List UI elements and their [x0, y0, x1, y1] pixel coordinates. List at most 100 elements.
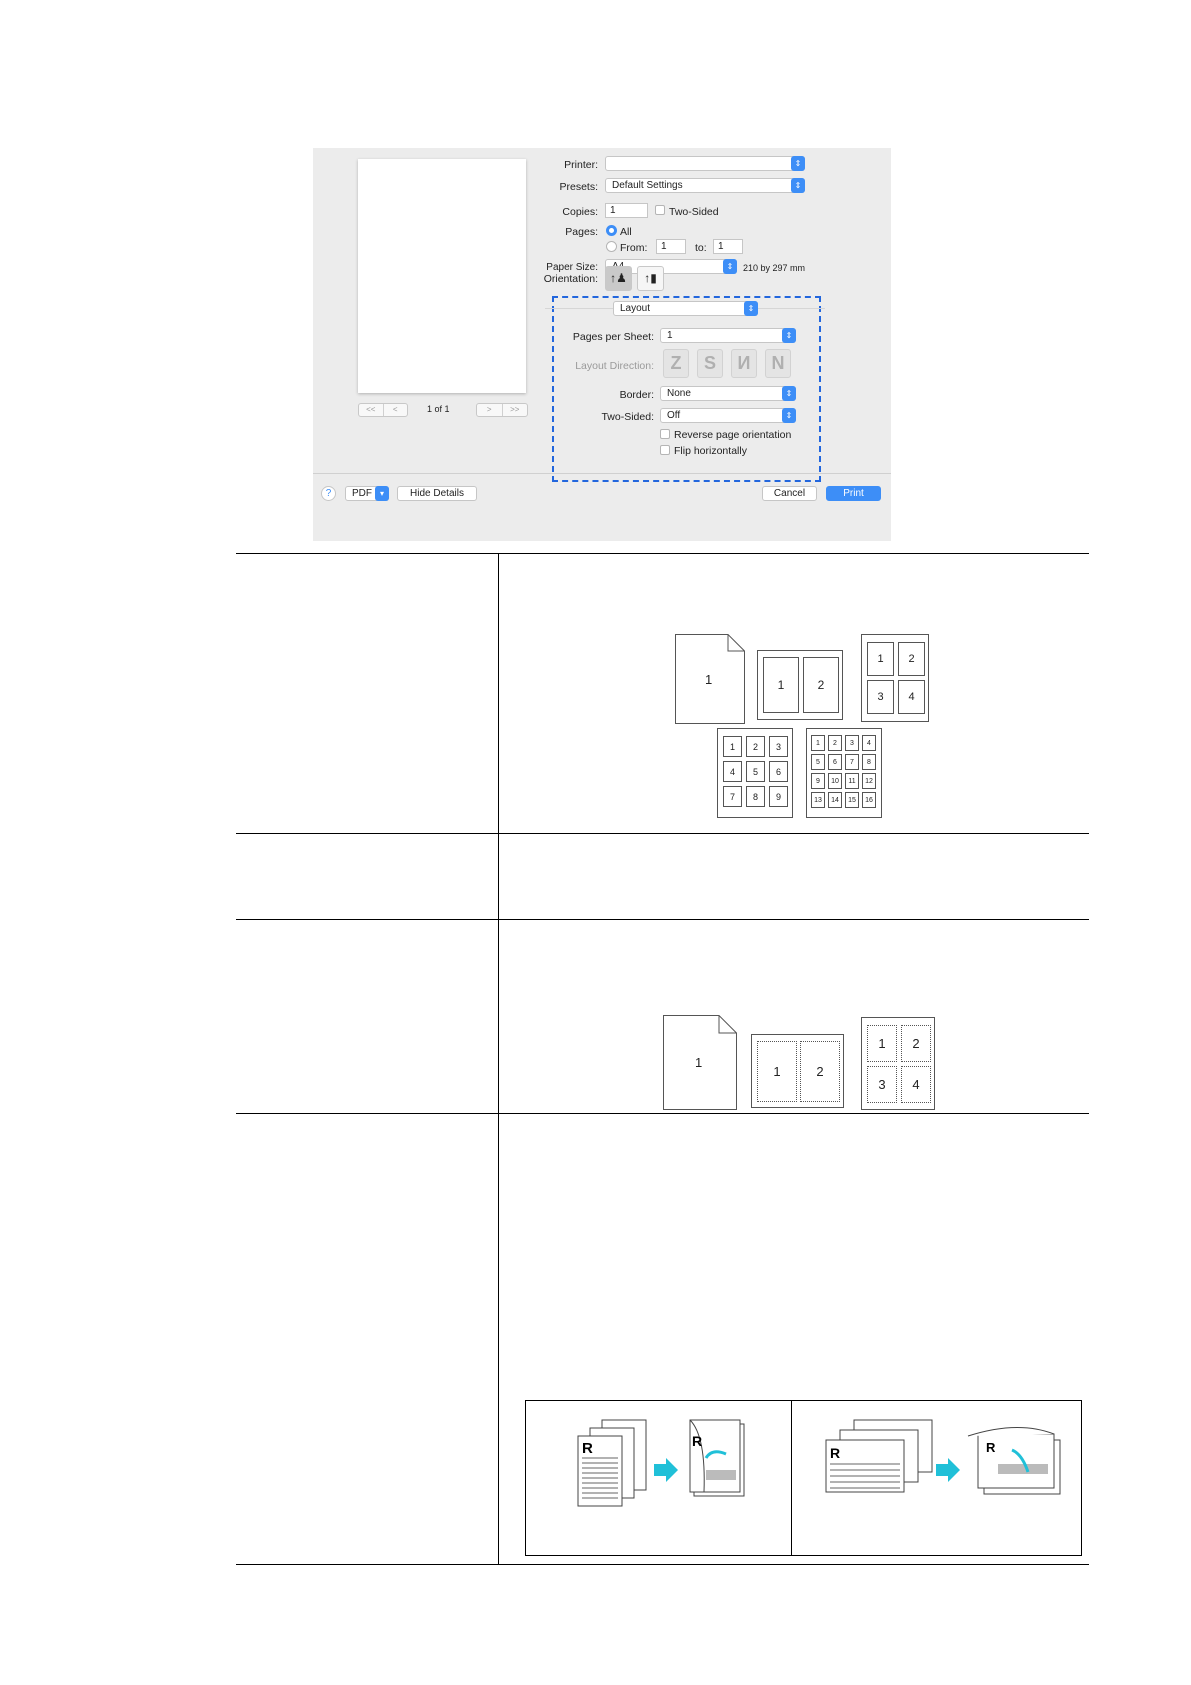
diagram-divider — [791, 1401, 792, 1555]
pages-to-input[interactable]: 1 — [713, 239, 743, 254]
printer-label: Printer: — [564, 159, 598, 171]
page-number: 2 — [828, 735, 842, 751]
layout-direction-reverse-n-icon[interactable]: И — [731, 349, 757, 378]
page-number: 2 — [800, 1041, 840, 1102]
chevron-down-icon: ▾ — [375, 486, 389, 501]
preview-next-last-buttons[interactable]: > >> — [476, 403, 528, 417]
reverse-orientation-checkbox[interactable] — [660, 429, 670, 439]
pages-from-input[interactable]: 1 — [656, 239, 686, 254]
two-sided-layout-value: Off — [667, 410, 681, 421]
long-edge-binding-diagram: R R — [577, 1419, 745, 1507]
page-number: 6 — [769, 761, 788, 782]
updown-arrow-icon: ⇕ — [791, 156, 805, 171]
page-number: 1 — [811, 735, 825, 751]
section-popup-value: Layout — [620, 303, 651, 314]
flip-horizontally-label: Flip horizontally — [674, 445, 747, 457]
cancel-button[interactable]: Cancel — [762, 486, 817, 501]
preview-page — [358, 159, 526, 393]
two-up-sheet: 1 2 — [757, 650, 843, 720]
pages-from-radio[interactable] — [606, 241, 617, 252]
page-number: 1 — [867, 642, 894, 676]
page-number: 1 — [705, 672, 713, 687]
print-dialog: << < 1 of 1 > >> Printer: ⇕ Presets: Def… — [313, 148, 891, 541]
updown-arrow-icon: ⇕ — [744, 301, 758, 316]
pdf-menu-button[interactable]: PDF ▾ — [345, 486, 389, 501]
layout-direction-label: Layout Direction: — [575, 360, 654, 372]
first-page-button[interactable]: << — [359, 404, 383, 416]
pages-per-sheet-popup[interactable]: 1 ⇕ — [660, 328, 796, 343]
presets-label: Presets: — [559, 181, 598, 193]
sixteen-up-sheet: 1 2 3 4 5 6 7 8 9 10 11 12 13 14 15 16 — [806, 728, 882, 818]
table-rule — [236, 919, 1089, 920]
two-sided-checkbox[interactable] — [655, 205, 665, 215]
flip-horizontally-checkbox[interactable] — [660, 445, 670, 455]
page-indicator: 1 of 1 — [427, 404, 450, 414]
print-button[interactable]: Print — [826, 486, 881, 501]
two-sided-layout-label: Two-Sided: — [601, 411, 654, 423]
page-number: 3 — [769, 736, 788, 757]
table-column-rule — [498, 553, 499, 1564]
layout-direction-s-icon[interactable]: S — [697, 349, 723, 378]
page-number: 3 — [845, 735, 859, 751]
nine-up-sheet: 123 456 789 — [717, 728, 793, 818]
layout-direction-z-icon[interactable]: Z — [663, 349, 689, 378]
two-sided-layout-popup[interactable]: Off ⇕ — [660, 408, 796, 423]
updown-arrow-icon: ⇕ — [723, 259, 737, 274]
page-number: 1 — [695, 1055, 703, 1070]
page-number: 1 — [867, 1025, 897, 1062]
help-button[interactable]: ? — [321, 486, 336, 501]
updown-arrow-icon: ⇕ — [782, 386, 796, 401]
border-value: None — [667, 388, 691, 399]
section-popup[interactable]: Layout ⇕ — [613, 301, 758, 316]
footer-divider — [313, 473, 891, 474]
layout-direction-n-icon[interactable]: N — [765, 349, 791, 378]
landscape-icon[interactable]: ↑▮ — [637, 266, 664, 291]
page-number: 11 — [845, 773, 859, 789]
next-page-button[interactable]: > — [477, 404, 502, 416]
page-letter: R — [582, 1440, 593, 1457]
pages-all-radio[interactable] — [606, 225, 617, 236]
orientation-label: Orientation: — [543, 273, 598, 285]
copies-input[interactable]: 1 — [605, 203, 648, 218]
pages-per-sheet-label: Pages per Sheet: — [572, 331, 654, 343]
paper-size-label: Paper Size: — [546, 262, 598, 273]
pages-to-label: to: — [695, 242, 707, 254]
updown-arrow-icon: ⇕ — [782, 328, 796, 343]
prev-page-button[interactable]: < — [382, 404, 408, 416]
page-number: 12 — [862, 773, 876, 789]
page-number: 5 — [811, 754, 825, 770]
table-rule — [236, 553, 1089, 554]
page-number: 5 — [746, 761, 765, 782]
page-number: 2 — [803, 657, 839, 713]
table-rule — [236, 833, 1089, 834]
hide-details-button[interactable]: Hide Details — [397, 486, 477, 501]
page-number: 4 — [898, 680, 925, 714]
presets-popup[interactable]: Default Settings ⇕ — [605, 178, 805, 193]
two-sided-diagram-box: R R R R — [525, 1400, 1082, 1556]
page-number: 10 — [828, 773, 842, 789]
page-number: 16 — [862, 792, 876, 808]
page-number: 6 — [828, 754, 842, 770]
reverse-orientation-label: Reverse page orientation — [674, 429, 792, 441]
presets-value: Default Settings — [612, 180, 683, 191]
pages-all-label: All — [620, 226, 632, 238]
table-rule — [236, 1113, 1089, 1114]
preview-first-prev-buttons[interactable]: << < — [358, 403, 408, 417]
border-popup[interactable]: None ⇕ — [660, 386, 796, 401]
four-up-sheet: 1 2 3 4 — [861, 634, 929, 722]
page-number: 2 — [898, 642, 925, 676]
paper-size-dimensions: 210 by 297 mm — [743, 263, 806, 273]
pdf-label: PDF — [352, 488, 372, 499]
two-sided-label: Two-Sided — [669, 206, 719, 218]
printer-popup[interactable]: ⇕ — [605, 156, 805, 171]
portrait-icon[interactable]: ↑♟ — [605, 266, 632, 291]
page-number: 13 — [811, 792, 825, 808]
page-number: 2 — [901, 1025, 931, 1062]
last-page-button[interactable]: >> — [501, 404, 528, 416]
page-letter: R — [986, 1440, 996, 1455]
pages-per-sheet-value: 1 — [667, 330, 673, 341]
page-number: 7 — [723, 786, 742, 807]
page-letter: R — [692, 1433, 702, 1449]
page-number: 8 — [862, 754, 876, 770]
copies-label: Copies: — [562, 206, 598, 218]
